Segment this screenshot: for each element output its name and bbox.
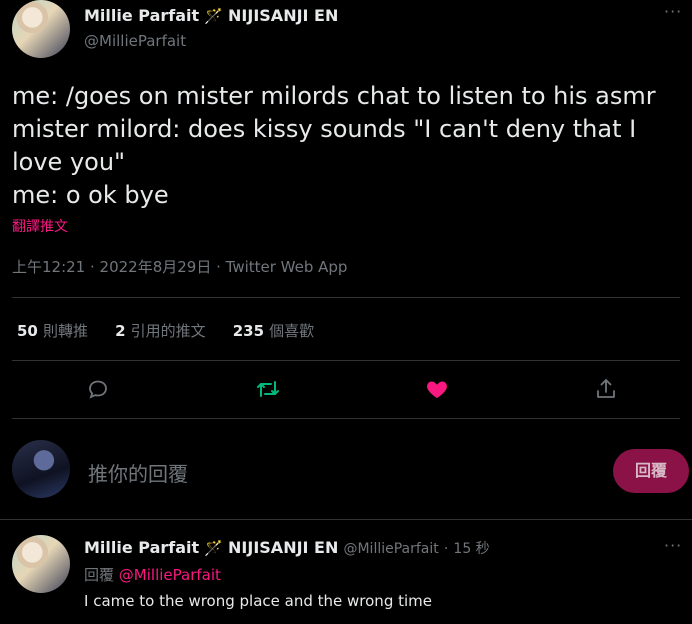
reply-time[interactable]: 15 秒 (453, 541, 489, 557)
reply-author-avatar[interactable] (12, 535, 70, 593)
tweet-line: me: /goes on mister milords chat to list… (12, 82, 656, 110)
reply-author-handle[interactable]: @MillieParfait (343, 541, 438, 557)
author-handle[interactable]: @MillieParfait (84, 32, 186, 50)
tweet-timestamp[interactable]: 上午12:21 · 2022年8月29日 · Twitter Web App (12, 256, 347, 277)
author-org: NIJISANJI EN (228, 6, 339, 25)
divider (0, 519, 692, 520)
divider (12, 360, 680, 361)
reply-button[interactable]: 回覆 (613, 449, 689, 493)
quotes-count: 2 (115, 322, 126, 340)
likes-stat[interactable]: 235 個喜歡 (233, 321, 314, 340)
quotes-stat[interactable]: 2 引用的推文 (115, 321, 211, 340)
separator-dot: · (443, 541, 449, 557)
current-user-avatar[interactable] (12, 440, 70, 498)
tweet-line: love you" (12, 148, 126, 176)
reply-more-options-icon[interactable]: ··· (664, 536, 682, 555)
more-options-icon[interactable]: ··· (664, 2, 682, 21)
magic-wand-icon: 🪄 (204, 539, 223, 557)
tweet-line: me: o ok bye (12, 181, 169, 209)
reply-author-name[interactable]: Millie Parfait (84, 538, 199, 557)
author-avatar[interactable] (12, 0, 70, 58)
divider (12, 418, 680, 419)
divider (12, 297, 680, 298)
reply-author-org: NIJISANJI EN (228, 538, 339, 557)
replying-to-label: 回覆 (84, 566, 115, 584)
likes-count: 235 (232, 322, 265, 340)
tweet-stats: 50 則轉推 2 引用的推文 235 個喜歡 (17, 320, 314, 341)
author-name-row[interactable]: Millie Parfait 🪄 NIJISANJI EN (84, 6, 338, 25)
reply-input[interactable]: 推你的回覆 (88, 458, 188, 487)
retweet-icon[interactable] (255, 377, 281, 401)
translate-tweet-link[interactable]: 翻譯推文 (12, 216, 68, 236)
share-icon[interactable] (594, 377, 618, 401)
likes-label: 個喜歡 (269, 322, 315, 340)
heart-icon[interactable] (424, 377, 450, 401)
retweets-stat[interactable]: 50 則轉推 (17, 321, 93, 340)
retweets-label: 則轉推 (42, 322, 88, 340)
reply-text: I came to the wrong place and the wrong … (84, 592, 432, 610)
quotes-label: 引用的推文 (130, 322, 206, 340)
reply-author-row[interactable]: Millie Parfait 🪄 NIJISANJI EN @MilliePar… (84, 538, 490, 558)
retweets-count: 50 (17, 322, 38, 340)
magic-wand-icon: 🪄 (204, 7, 223, 25)
replying-to-handle[interactable]: @MillieParfait (119, 566, 221, 584)
replying-to: 回覆 @MillieParfait (84, 564, 221, 585)
reply-icon[interactable] (86, 377, 110, 401)
author-name[interactable]: Millie Parfait (84, 6, 199, 25)
tweet-text: me: /goes on mister milords chat to list… (12, 80, 682, 212)
tweet-line: mister milord: does kissy sounds "I can'… (12, 115, 637, 143)
